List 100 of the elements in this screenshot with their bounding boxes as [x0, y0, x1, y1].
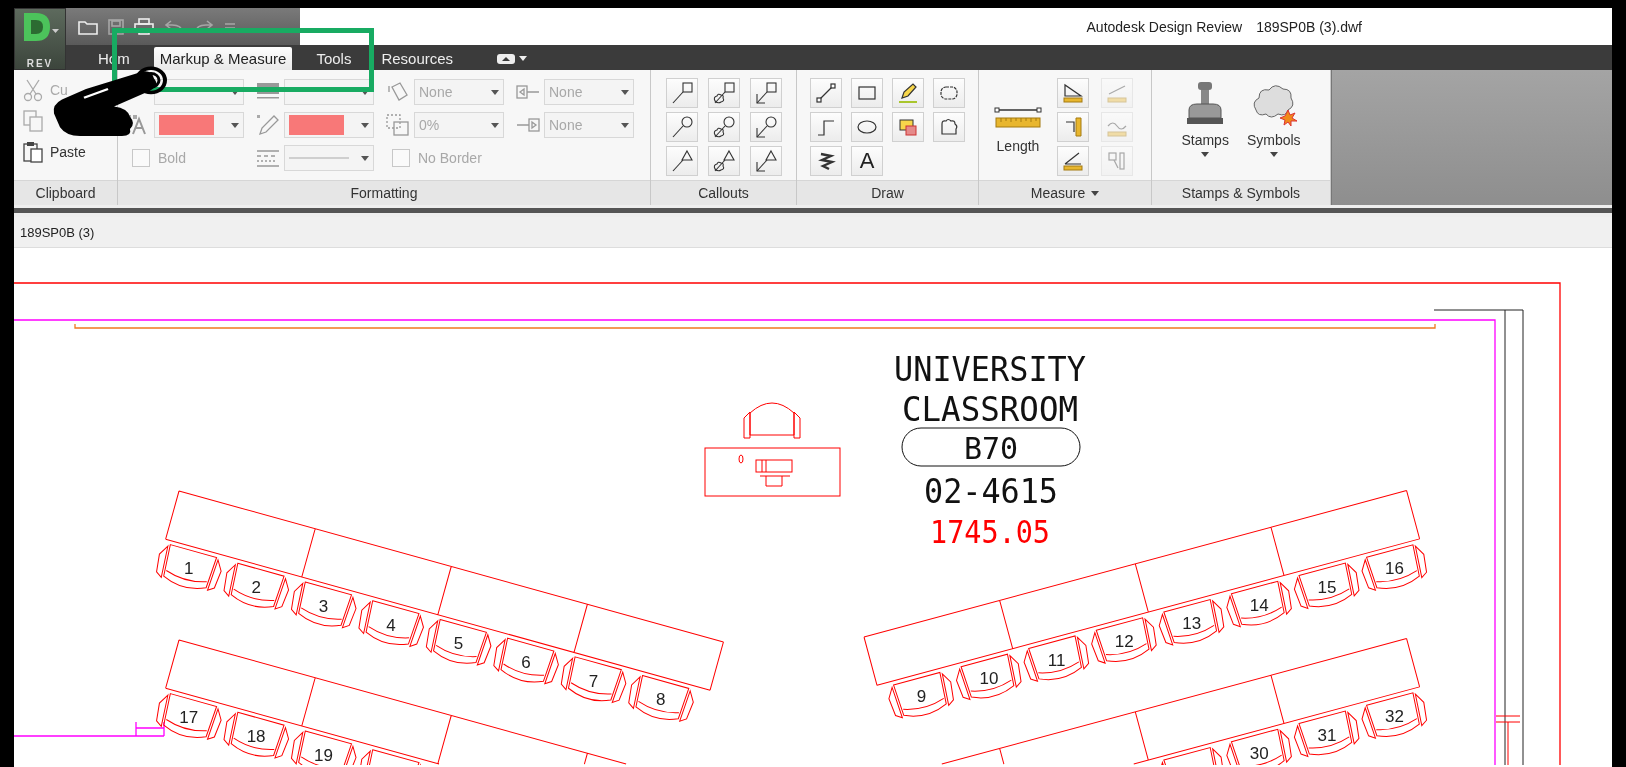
- caret-icon: [231, 122, 239, 128]
- text-tool-button[interactable]: A: [851, 146, 883, 176]
- callout-tool-button[interactable]: [665, 112, 698, 142]
- cloud-shape-icon: [938, 116, 960, 138]
- symbol-button[interactable]: Symbols: [1240, 76, 1307, 176]
- chair-drawing: [358, 600, 424, 647]
- seat-number: 6: [521, 652, 531, 672]
- seat-number: 5: [453, 634, 464, 654]
- file-name: 189SP0B (3).dwf: [1256, 18, 1362, 35]
- clipboard-icon: [22, 139, 44, 164]
- caret-icon: [361, 155, 369, 161]
- chair-drawing: [223, 562, 290, 610]
- seat-number: 1: [183, 559, 194, 579]
- chair-drawing: [156, 544, 222, 591]
- printer-icon[interactable]: [134, 18, 154, 35]
- callout-tool-button[interactable]: [707, 112, 740, 142]
- checkbox-label: Bold: [158, 150, 187, 166]
- chair-drawing: [1226, 580, 1292, 628]
- room-number: B70: [963, 431, 1019, 466]
- snap-icon: [1106, 150, 1128, 172]
- caret-icon: [361, 122, 369, 128]
- caret-icon: [1201, 152, 1210, 157]
- measure-tool-button[interactable]: [1057, 78, 1089, 108]
- panel-title: Callouts: [651, 180, 796, 205]
- caret-icon: [231, 89, 239, 95]
- seat-number: 14: [1249, 595, 1269, 615]
- seat-number: 19: [314, 745, 334, 765]
- callout-tool-button[interactable]: [707, 146, 740, 176]
- draw-tool-button[interactable]: [810, 78, 842, 108]
- room-title: UNIVERSITY: [894, 349, 1099, 389]
- panel-header[interactable]: Measure: [979, 180, 1151, 205]
- callout-icon: [753, 149, 778, 173]
- chair-drawing: [156, 693, 222, 740]
- area-icon: [897, 116, 919, 138]
- draw-tool-button[interactable]: [892, 78, 924, 108]
- panel-title: Formatting: [118, 180, 650, 205]
- chair-drawing: [1361, 692, 1428, 739]
- seat-number: 31: [1317, 725, 1337, 745]
- callout-icon: [711, 149, 736, 173]
- panel-title: Measure: [1030, 185, 1086, 201]
- caret-icon: [621, 89, 629, 95]
- callout-tool-button[interactable]: [749, 146, 782, 176]
- caret-icon: [519, 56, 528, 61]
- seat-number: 3: [318, 596, 329, 616]
- angle-ruler-icon: [1062, 150, 1084, 172]
- scribble-icon: [815, 150, 837, 172]
- seat-number: 8: [656, 690, 666, 710]
- seat-number: 30: [1249, 743, 1269, 763]
- app-menu-button[interactable]: REV: [14, 8, 66, 70]
- stamp-button[interactable]: Stamps: [1175, 76, 1235, 176]
- copy-icon: [22, 108, 44, 133]
- caret-icon: [361, 89, 369, 95]
- callout-tool-button[interactable]: [749, 112, 782, 142]
- seat-number: 11: [1047, 650, 1066, 670]
- chair-drawing: [290, 581, 357, 629]
- folder-icon[interactable]: [78, 18, 98, 35]
- chair-drawing: [1361, 544, 1428, 591]
- callout-tool-button[interactable]: [707, 78, 740, 108]
- window-title: Autodesk Design Review: [1086, 18, 1243, 35]
- seat-number: 17: [179, 708, 199, 728]
- seat-number: 4: [386, 615, 396, 635]
- draw-tool-button[interactable]: [810, 146, 842, 176]
- ribbon-tab[interactable]: Markup & Measure: [153, 47, 293, 70]
- caret-icon: [1091, 190, 1100, 196]
- line-style-icon: [256, 147, 280, 169]
- caret-icon: [491, 89, 499, 95]
- collapse-icon: [497, 53, 516, 64]
- callout-icon: [711, 115, 736, 139]
- callout-icon: [753, 81, 778, 105]
- paint-bucket-icon: [386, 81, 410, 103]
- length-button[interactable]: Length: [987, 78, 1049, 176]
- caret-icon: [621, 122, 629, 128]
- panel-title: Clipboard: [14, 180, 117, 205]
- app-label: REV: [26, 58, 54, 69]
- callout-icon: [753, 115, 778, 139]
- chair-drawing: [743, 402, 801, 439]
- ribbon-tab[interactable]: Tools: [310, 47, 358, 70]
- measure-tool-button[interactable]: [1057, 146, 1089, 176]
- document-tab[interactable]: 189SP0B (3): [20, 224, 95, 240]
- seat-number: 2: [251, 578, 261, 598]
- seat-number: 32: [1385, 707, 1404, 727]
- area-ruler-icon: [1062, 82, 1084, 104]
- draw-tool-button[interactable]: [851, 112, 883, 142]
- paste-button[interactable]: Paste: [22, 138, 86, 165]
- panel-title: Stamps & Symbols: [1152, 180, 1330, 205]
- callout-tool-button[interactable]: [665, 146, 698, 176]
- chair-drawing: [1091, 617, 1157, 664]
- seat-number: 9: [916, 687, 927, 707]
- chair-drawing: [1023, 635, 1090, 682]
- panel-title: Draw: [797, 180, 978, 205]
- caret-icon: [491, 122, 499, 128]
- chair-drawing: [956, 653, 1022, 701]
- chair-drawing: [425, 618, 492, 666]
- transparency-icon: [386, 114, 410, 136]
- ribbon-tab[interactable]: Resources: [375, 47, 460, 70]
- line-sample-icon: [289, 156, 349, 160]
- chair-drawing: [888, 671, 954, 719]
- seat-number: 15: [1317, 577, 1337, 597]
- caret-icon: [1269, 152, 1278, 157]
- measure-tool-button[interactable]: [1057, 112, 1089, 142]
